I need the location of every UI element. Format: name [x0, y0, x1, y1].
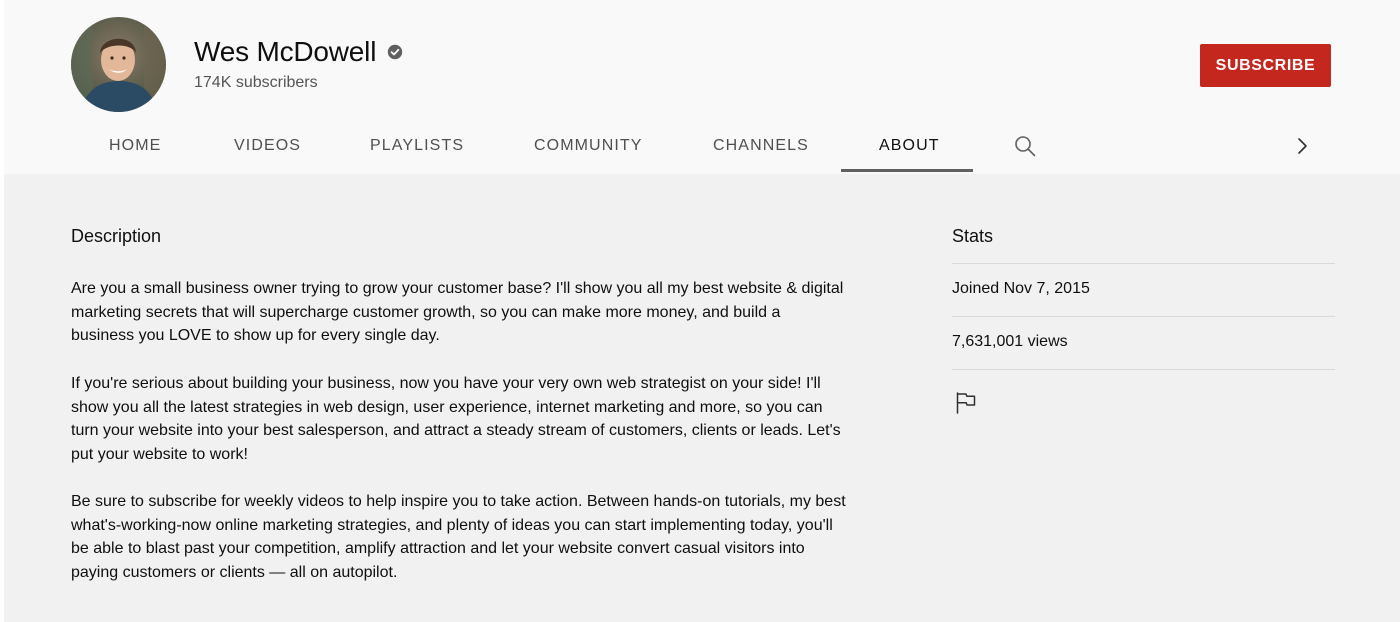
tab-videos[interactable]: VIDEOS	[234, 118, 301, 172]
tab-about[interactable]: ABOUT	[879, 118, 940, 172]
tab-community[interactable]: COMMUNITY	[534, 118, 643, 172]
description-paragraph: If you're serious about building your bu…	[71, 375, 841, 463]
joined-date: Joined Nov 7, 2015	[952, 280, 1090, 297]
subscribe-button[interactable]: SUBSCRIBE	[1200, 44, 1331, 87]
stats-divider	[952, 263, 1335, 264]
description-paragraph: Are you a small business owner trying to…	[71, 280, 844, 344]
stats-heading: Stats	[952, 226, 994, 246]
channel-tabs: HOME VIDEOS PLAYLISTS COMMUNITY CHANNELS…	[0, 118, 1400, 174]
avatar[interactable]	[71, 17, 166, 112]
search-icon[interactable]	[1013, 134, 1037, 163]
flag-icon[interactable]	[955, 391, 977, 420]
verified-check-icon	[387, 44, 403, 60]
active-tab-indicator	[841, 169, 973, 172]
subscriber-count: 174K subscribers	[194, 74, 318, 91]
description-paragraph: Be sure to subscribe for weekly videos t…	[71, 493, 846, 581]
channel-title: Wes McDowell	[194, 36, 403, 68]
tab-home[interactable]: HOME	[109, 118, 161, 172]
view-count: 7,631,001 views	[952, 333, 1068, 350]
chevron-right-icon[interactable]	[1294, 136, 1310, 161]
stats-divider	[952, 316, 1335, 317]
stats-divider	[952, 369, 1335, 370]
description-heading: Description	[71, 226, 162, 246]
channel-name: Wes McDowell	[194, 36, 377, 67]
tab-channels[interactable]: CHANNELS	[713, 118, 809, 172]
tab-playlists[interactable]: PLAYLISTS	[370, 118, 464, 172]
